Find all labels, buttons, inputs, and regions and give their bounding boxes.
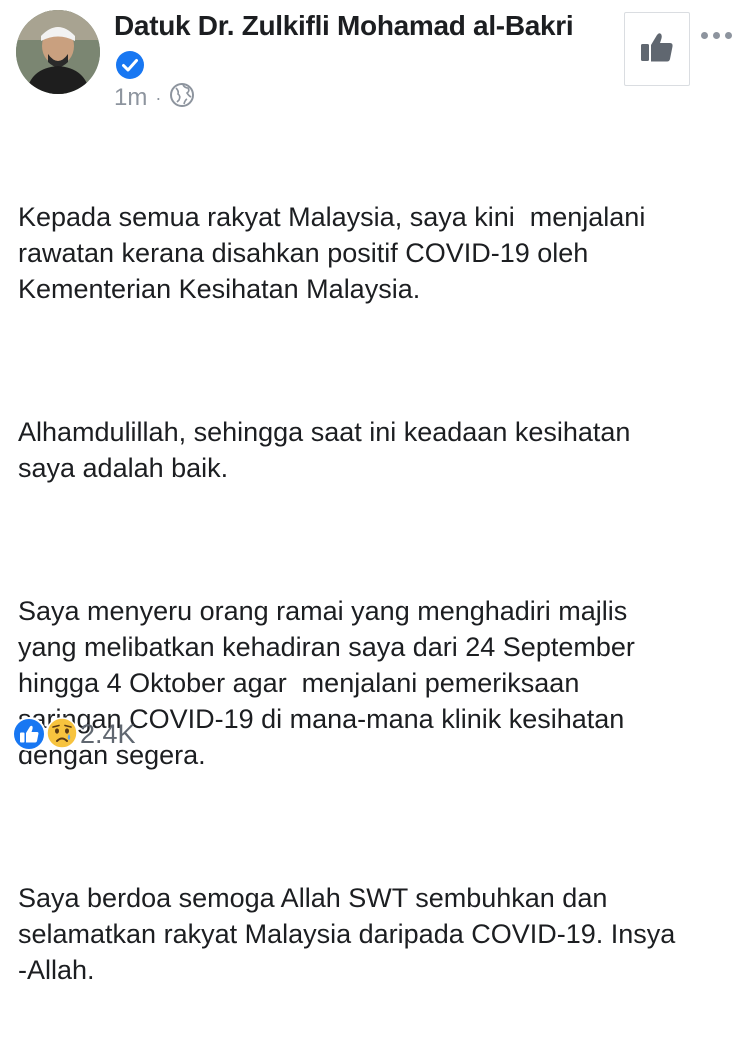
post-paragraph: Alhamdulillah, sehingga saat ini keadaan… [18,417,631,483]
more-dot [712,31,720,39]
more-dot [724,31,732,39]
post-body: Kepada semua rakyat Malaysia, saya kini … [18,127,734,1059]
like-reaction-icon [12,717,46,756]
reactions-summary[interactable]: 2.4K [12,717,136,751]
globe-icon [169,82,195,115]
reaction-count[interactable]: 2.4K [80,719,136,750]
author-name[interactable]: Datuk Dr. Zulkifli Mohamad al-Bakri [114,10,574,42]
post-paragraph: Saya berdoa semoga Allah SWT sembuhkan d… [18,883,676,985]
more-options-icon[interactable] [696,20,736,50]
like-page-button[interactable] [624,12,690,86]
post-meta: 1m · [114,82,195,115]
sad-reaction-icon [46,717,78,754]
author-avatar[interactable] [16,10,100,94]
post-paragraph: Kepada semua rakyat Malaysia, saya kini … [18,202,646,304]
post-timestamp[interactable]: 1m [114,84,147,112]
meta-separator: · [155,87,162,108]
thumbs-up-icon [640,31,674,68]
verified-badge-icon [115,50,145,80]
more-dot [700,31,708,39]
